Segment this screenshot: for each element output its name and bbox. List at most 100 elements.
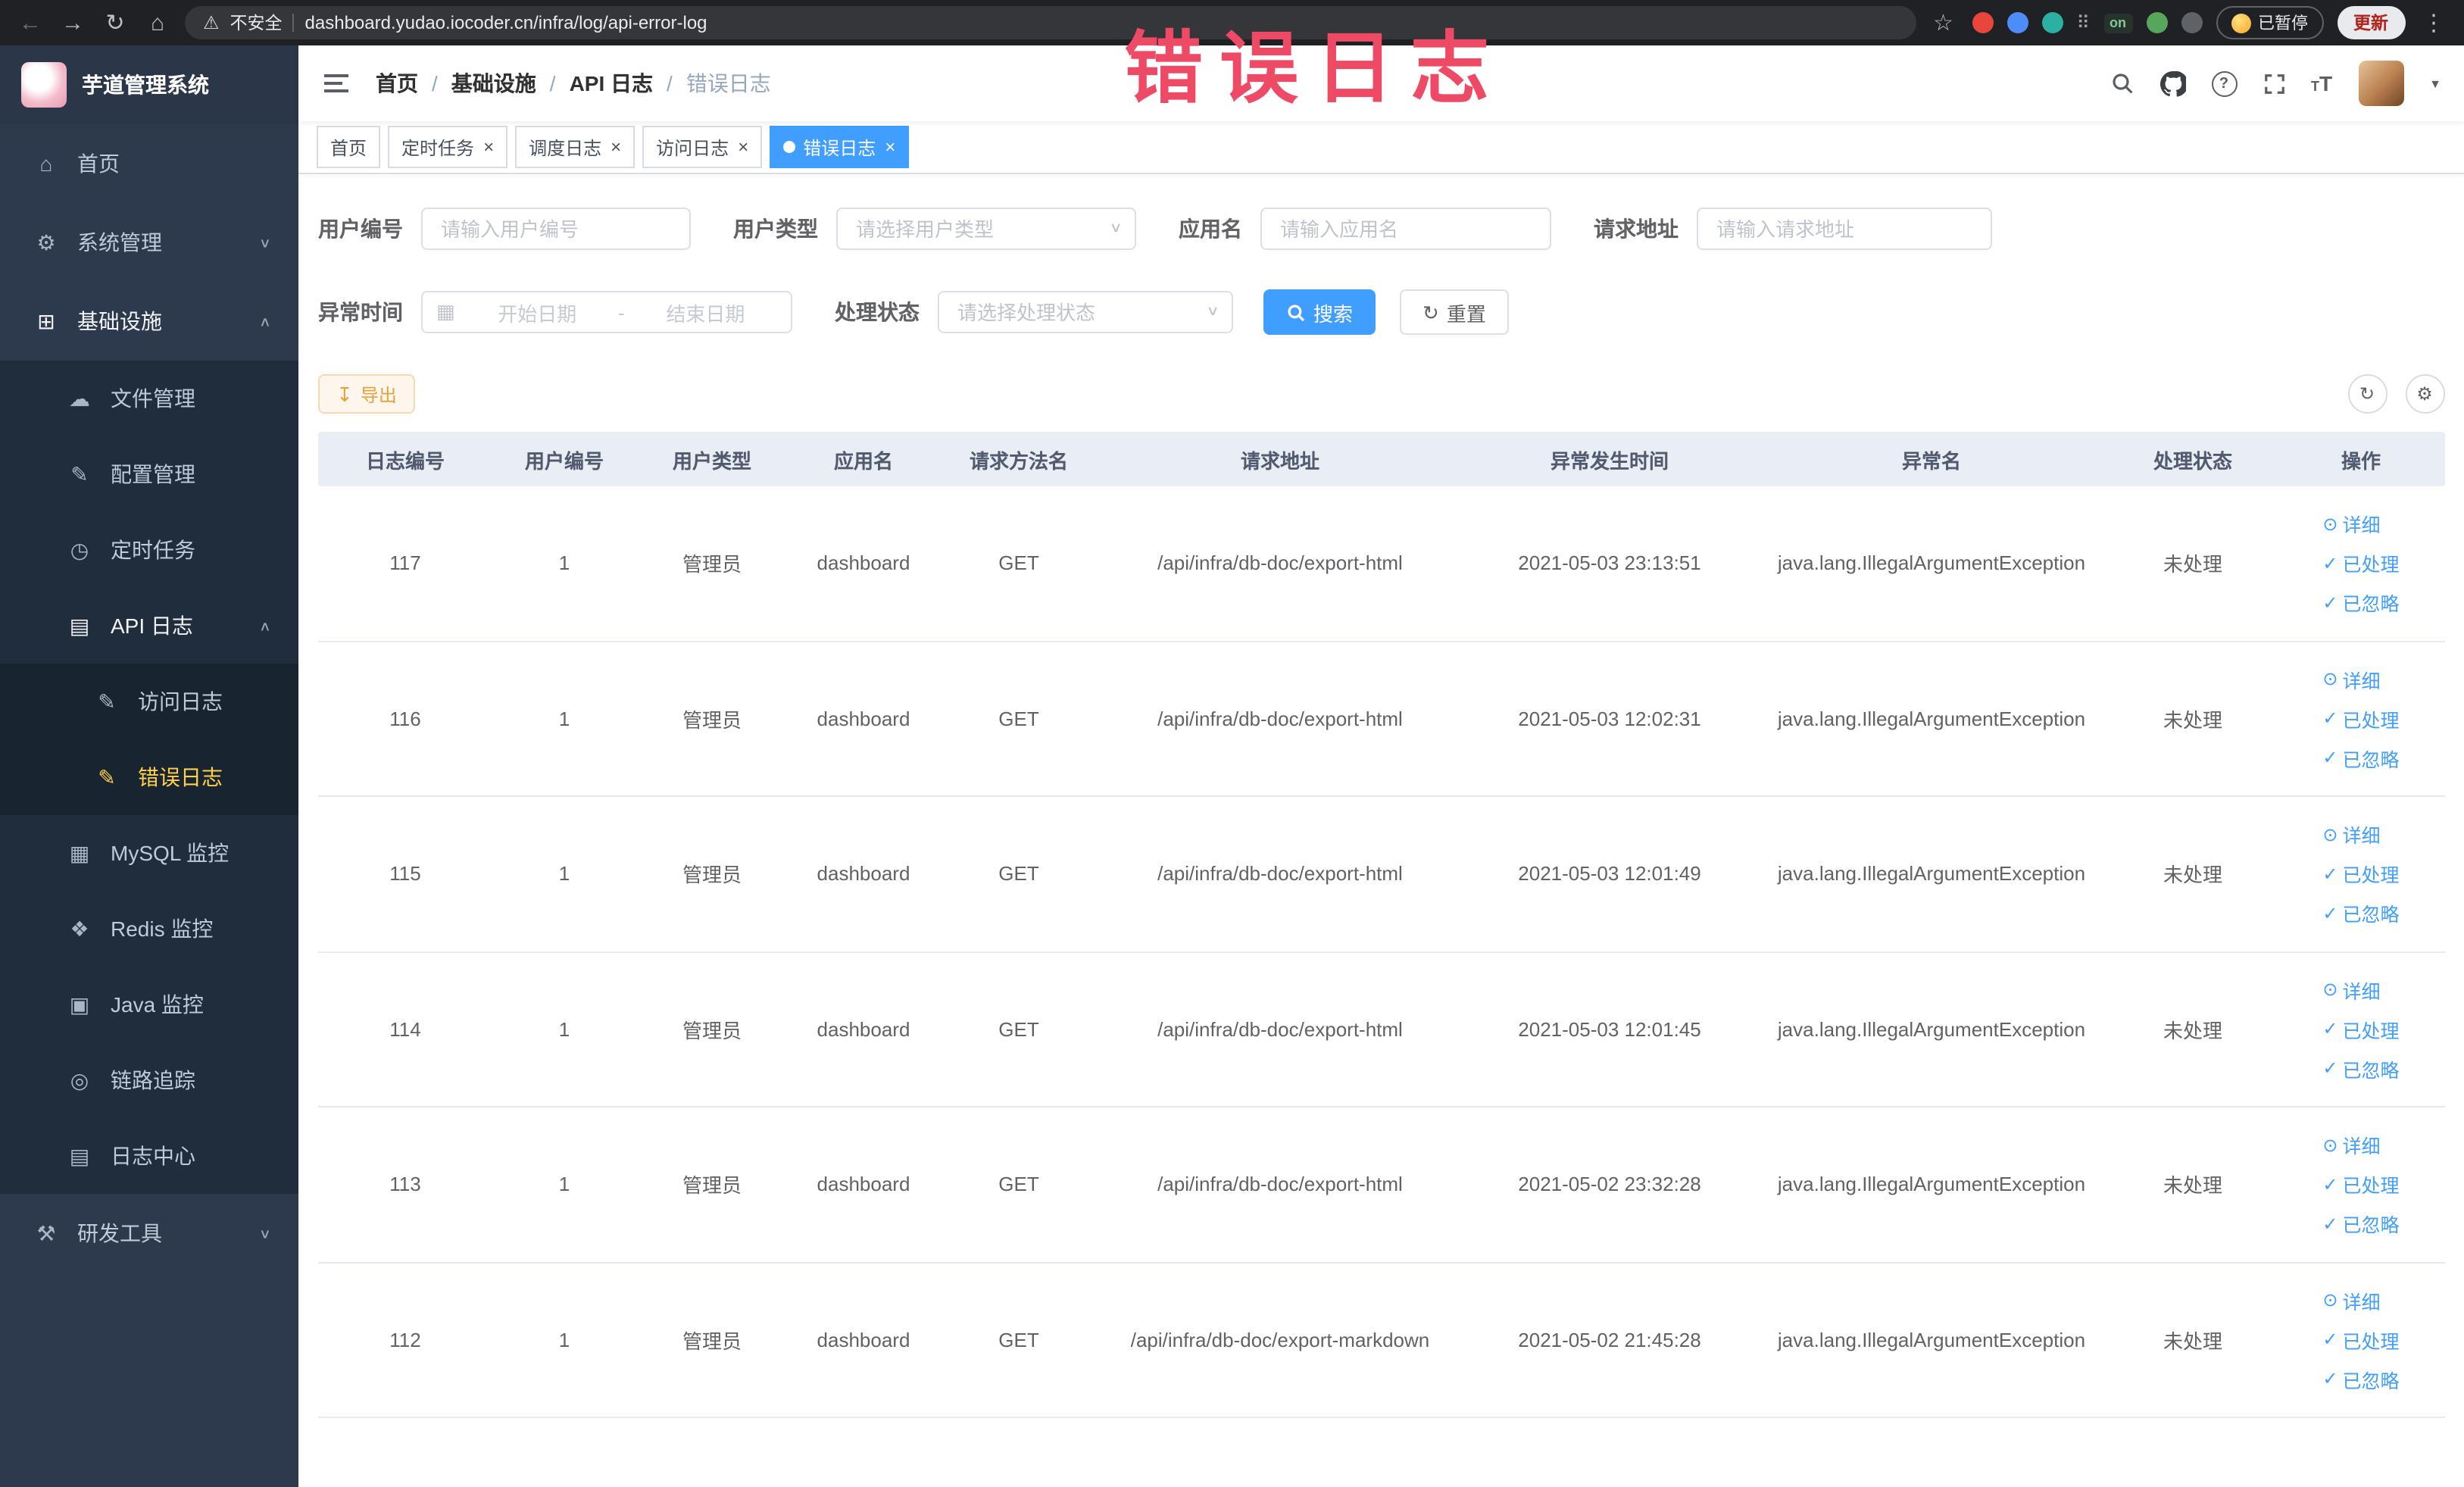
sidebar-item[interactable]: ▤ API 日志 ∧ <box>0 588 298 664</box>
update-button[interactable]: 更新 <box>2337 6 2405 39</box>
search-icon[interactable] <box>2110 71 2134 95</box>
mark-processed-link[interactable]: ✓ 已处理 <box>2322 1170 2399 1199</box>
github-icon[interactable] <box>2160 70 2186 96</box>
extension-paw-icon[interactable] <box>2181 12 2202 33</box>
detail-link[interactable]: ⊙ 详细 <box>2322 1131 2380 1160</box>
caret-down-icon[interactable]: ▼ <box>2429 77 2441 90</box>
breadcrumb-item[interactable]: API 日志 / <box>570 68 686 98</box>
home-icon[interactable]: ⌂ <box>142 11 173 34</box>
fullscreen-icon[interactable] <box>2263 72 2285 95</box>
close-icon[interactable]: × <box>611 138 621 156</box>
tab[interactable]: 调度日志 × <box>515 126 636 168</box>
export-button[interactable]: ↧ 导出 <box>318 374 415 414</box>
cell-exception-name: java.lang.IllegalArgumentException <box>1777 862 2086 886</box>
sidebar-item[interactable]: ◷ 定时任务 <box>0 512 298 588</box>
detail-link[interactable]: ⊙ 详细 <box>2322 820 2380 849</box>
mark-processed-link[interactable]: ✓ 已处理 <box>2322 549 2399 578</box>
breadcrumb-item[interactable]: 首页 / <box>376 68 451 98</box>
tab-label: 调度日志 <box>529 137 602 158</box>
detail-link[interactable]: ⊙ 详细 <box>2322 1286 2380 1315</box>
sidebar-item-label: 日志中心 <box>111 1144 195 1168</box>
refresh-table-button[interactable]: ↻ <box>2347 374 2387 414</box>
avatar[interactable] <box>2358 61 2404 106</box>
font-size-icon[interactable]: TT <box>2311 73 2332 94</box>
tab[interactable]: 错误日志 × <box>770 126 910 168</box>
paused-badge[interactable]: 已暂停 <box>2216 6 2323 39</box>
bookmark-star-icon[interactable]: ☆ <box>1928 11 1958 34</box>
exception-time-label: 异常时间 <box>318 300 403 324</box>
sidebar-item[interactable]: ☁ 文件管理 <box>0 361 298 436</box>
sidebar-item[interactable]: ⊞ 基础设施 ∧ <box>0 282 298 361</box>
url-bar[interactable]: ⚠ 不安全 dashboard.yudao.iocoder.cn/infra/l… <box>185 6 1916 39</box>
column-settings-button[interactable]: ⚙ <box>2405 374 2444 414</box>
reload-icon[interactable]: ↻ <box>100 11 130 34</box>
sidebar-menu: ⌂ 首页 ⚙ 系统管理 ∨ ⊞ 基础设施 ∧ ☁ 文件管理 ✎ 配置管理 ◷ 定… <box>0 124 298 1273</box>
forward-icon[interactable]: → <box>58 11 88 34</box>
user-id-input[interactable] <box>421 208 691 250</box>
mark-processed-link[interactable]: ✓ 已处理 <box>2322 1326 2399 1354</box>
end-date-placeholder: 结束日期 <box>666 302 745 325</box>
sidebar-item[interactable]: ⚙ 系统管理 ∨ <box>0 203 298 282</box>
process-status-select-input[interactable] <box>938 291 1233 333</box>
sidebar-item[interactable]: ▤ 日志中心 <box>0 1118 298 1194</box>
mark-ignored-link[interactable]: ✓ 已忽略 <box>2322 1054 2399 1083</box>
process-status-select[interactable]: ∨ <box>938 291 1233 333</box>
mark-processed-link[interactable]: ✓ 已处理 <box>2322 860 2399 889</box>
mark-processed-link[interactable]: ✓ 已处理 <box>2322 1015 2399 1044</box>
kebab-menu-icon[interactable]: ⋮ <box>2419 11 2449 34</box>
column-header: 操作 <box>2341 449 2381 472</box>
close-icon[interactable]: × <box>885 138 895 156</box>
sidebar-item[interactable]: ✎ 配置管理 <box>0 436 298 512</box>
sidebar-item[interactable]: ❖ Redis 监控 <box>0 891 298 967</box>
search-button[interactable]: 搜索 <box>1263 289 1376 335</box>
detail-link[interactable]: ⊙ 详细 <box>2322 976 2380 1004</box>
breadcrumb-item[interactable]: 错误日志 <box>686 68 798 98</box>
sidebar-item-label: 文件管理 <box>111 386 195 411</box>
help-icon[interactable]: ? <box>2211 70 2238 96</box>
detail-link[interactable]: ⊙ 详细 <box>2322 510 2380 539</box>
sidebar-item[interactable]: ▣ Java 监控 <box>0 967 298 1042</box>
extension-blue-icon[interactable] <box>2006 12 2028 33</box>
app-name-input[interactable] <box>1260 208 1551 250</box>
back-icon[interactable]: ← <box>15 11 45 34</box>
mark-ignored-link[interactable]: ✓ 已忽略 <box>2322 589 2399 617</box>
user-type-select-input[interactable] <box>836 208 1136 250</box>
cell-status: 未处理 <box>2163 1174 2222 1198</box>
reset-button[interactable]: ↻ 重置 <box>1400 289 1509 335</box>
user-type-select[interactable]: ∨ <box>836 208 1136 250</box>
mark-ignored-link[interactable]: ✓ 已忽略 <box>2322 1365 2399 1394</box>
exception-time-range[interactable]: ▦ 开始日期 - 结束日期 <box>421 291 792 333</box>
mark-ignored-link[interactable]: ✓ 已忽略 <box>2322 899 2399 928</box>
sidebar-item[interactable]: ⚒ 研发工具 ∨ <box>0 1194 298 1273</box>
sidebar-item[interactable]: ◎ 链路追踪 <box>0 1042 298 1118</box>
logo[interactable]: 芋道管理系统 <box>0 45 298 124</box>
extension-on-badge[interactable]: on <box>2103 13 2132 33</box>
request-url-input[interactable] <box>1697 208 1992 250</box>
extension-vue-icon[interactable] <box>2041 12 2063 33</box>
sidebar-item[interactable]: ✎ 访问日志 <box>0 664 298 739</box>
tab[interactable]: 定时任务 × <box>388 126 508 168</box>
sidebar-item[interactable]: ▦ MySQL 监控 <box>0 815 298 891</box>
sidebar-item[interactable]: ⌂ 首页 <box>0 124 298 203</box>
extension-grid-icon[interactable]: ⠿ <box>2076 14 2090 32</box>
breadcrumb-item[interactable]: 基础设施 / <box>451 68 570 98</box>
extension-leaf-icon[interactable] <box>2146 12 2167 33</box>
sidebar-item[interactable]: ✎ 错误日志 <box>0 739 298 815</box>
mark-ignored-link[interactable]: ✓ 已忽略 <box>2322 744 2399 773</box>
table-row: 112 1 管理员 dashboard GET /api/infra/db-do… <box>318 1263 2444 1418</box>
tab[interactable]: 访问日志 × <box>642 126 763 168</box>
cell-app-name: dashboard <box>817 707 910 730</box>
sidebar-item-icon: ▦ <box>69 840 90 864</box>
hamburger-icon[interactable] <box>321 68 351 98</box>
cell-log-id: 116 <box>389 707 421 730</box>
close-icon[interactable]: × <box>483 138 494 156</box>
close-icon[interactable]: × <box>738 138 748 156</box>
mark-processed-link[interactable]: ✓ 已处理 <box>2322 704 2399 733</box>
extension-red-icon[interactable] <box>1972 12 1994 33</box>
tab[interactable]: 首页 × <box>317 126 381 168</box>
cell-app-name: dashboard <box>817 1017 910 1041</box>
table-row: 114 1 管理员 dashboard GET /api/infra/db-do… <box>318 952 2444 1107</box>
mark-ignored-link[interactable]: ✓ 已忽略 <box>2322 1210 2399 1239</box>
check-icon: ✓ <box>2322 863 2338 885</box>
detail-link[interactable]: ⊙ 详细 <box>2322 665 2380 694</box>
